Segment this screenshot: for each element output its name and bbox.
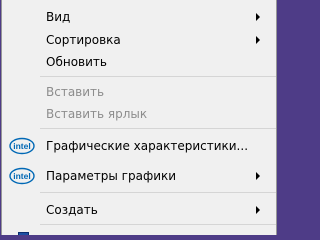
menu-item-label: Параметры графики bbox=[46, 169, 177, 183]
desktop-context-menu: Вид Сортировка Обновить Вставить Вставит… bbox=[1, 0, 277, 235]
menu-item-label: Обновить bbox=[46, 55, 107, 69]
intel-logo-text: intel bbox=[13, 141, 30, 151]
menu-item-label: Вставить ярлык bbox=[46, 107, 148, 121]
menu-item-paste-shortcut: Вставить ярлык bbox=[2, 103, 276, 125]
menu-item-graphics-properties[interactable]: intel Графические характеристики... bbox=[2, 135, 276, 157]
display-settings-icon bbox=[18, 232, 29, 235]
intel-logo-text: intel bbox=[13, 171, 30, 181]
intel-logo-icon: intel bbox=[9, 137, 35, 155]
menu-item-view[interactable]: Вид bbox=[2, 6, 276, 28]
submenu-arrow-icon bbox=[256, 13, 260, 21]
menu-separator bbox=[40, 128, 276, 129]
menu-item-label: Сортировка bbox=[46, 33, 121, 47]
menu-separator bbox=[40, 192, 276, 193]
submenu-arrow-icon bbox=[256, 172, 260, 180]
menu-item-refresh[interactable]: Обновить bbox=[2, 51, 276, 73]
menu-item-label: Графические характеристики... bbox=[46, 139, 249, 153]
menu-item-graphics-options[interactable]: intel Параметры графики bbox=[2, 165, 276, 187]
menu-item-paste: Вставить bbox=[2, 81, 276, 103]
menu-item-label: Вид bbox=[46, 10, 71, 24]
menu-item-new[interactable]: Создать bbox=[2, 199, 276, 221]
intel-logo-icon: intel bbox=[9, 167, 35, 185]
submenu-arrow-icon bbox=[256, 36, 260, 44]
menu-separator bbox=[40, 76, 276, 77]
menu-item-display-settings[interactable] bbox=[2, 225, 276, 235]
menu-item-sort[interactable]: Сортировка bbox=[2, 29, 276, 51]
submenu-arrow-icon bbox=[256, 206, 260, 214]
menu-item-label: Вставить bbox=[46, 85, 105, 99]
menu-item-label: Создать bbox=[46, 203, 98, 217]
